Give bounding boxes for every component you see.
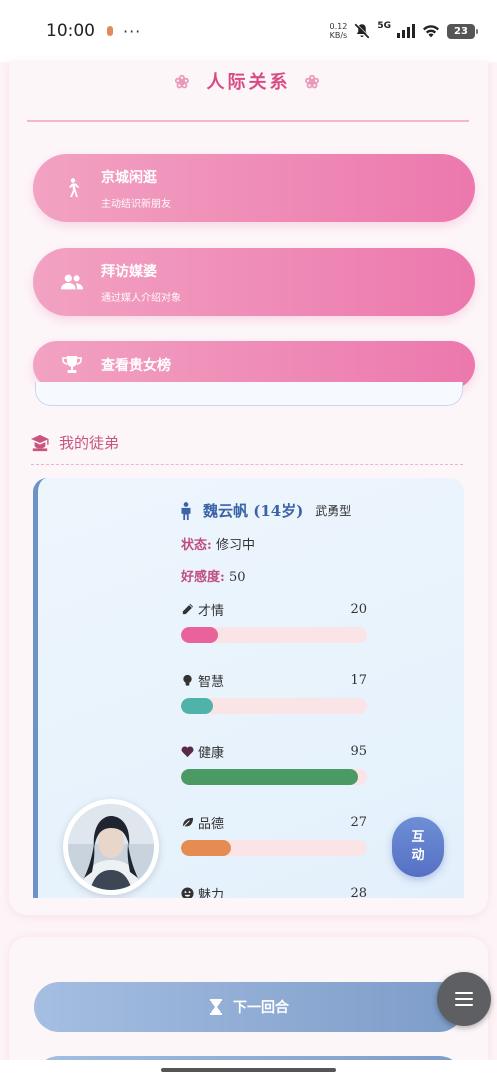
stat-bar-fill xyxy=(181,769,358,785)
network-speed: 0.12 KB/s xyxy=(330,22,348,40)
stat-value: 17 xyxy=(350,673,367,688)
visit-matchmaker-button[interactable]: 拜访媒婆 通过媒人介绍对象 xyxy=(33,248,475,316)
status-bar: 10:00 ··· 0.12 KB/s 5G 23 xyxy=(0,0,497,62)
action-subtitle: 通过媒人介绍对象 xyxy=(101,292,181,304)
smile-icon xyxy=(181,887,194,898)
favor-label: 好感度: xyxy=(181,570,225,585)
divider xyxy=(27,120,469,122)
graduation-cap-icon xyxy=(31,434,49,451)
person-icon xyxy=(181,501,191,520)
network-type: 5G xyxy=(377,21,391,31)
stat-bar-fill xyxy=(181,698,213,714)
hourglass-icon xyxy=(210,999,222,1015)
disciple-name: 魏云帆 (14岁) xyxy=(203,502,304,520)
more-notifications-icon: ··· xyxy=(123,21,142,41)
status-value: 修习中 xyxy=(215,538,255,553)
status-time: 10:00 xyxy=(46,21,95,41)
stat-label: 魅力 xyxy=(198,888,225,898)
heart-icon xyxy=(181,746,194,758)
notification-icon xyxy=(107,26,113,36)
hamburger-icon xyxy=(455,992,473,1006)
signal-icon xyxy=(397,24,415,38)
disciple-card: 魏云帆 (14岁) 武勇型 状态: 修习中 好感度: 50 才情 20 智慧 1… xyxy=(33,478,464,898)
section-title: ❀ 人际关系 ❀ xyxy=(9,68,488,94)
disciples-header-text: 我的徒弟 xyxy=(59,434,120,452)
collapsed-panel xyxy=(35,382,463,406)
lightbulb-icon xyxy=(183,674,192,686)
stat-bar-fill xyxy=(181,627,219,643)
next-round-label: 下一回合 xyxy=(233,1000,289,1016)
stat-virtue: 品德 27 xyxy=(181,813,367,856)
stat-label: 才情 xyxy=(198,604,225,619)
stat-bar xyxy=(181,769,367,785)
stat-charm: 魅力 28 xyxy=(181,884,367,898)
stat-health: 健康 95 xyxy=(181,742,367,785)
network-speed-unit: KB/s xyxy=(329,31,348,40)
stat-bar xyxy=(181,627,367,643)
action-label: 查看贵女榜 xyxy=(101,358,171,374)
stat-label: 品德 xyxy=(198,817,225,832)
bell-muted-icon xyxy=(355,23,371,39)
stroll-capital-button[interactable]: 京城闲逛 主动结识新朋友 xyxy=(33,154,475,222)
disciple-favor: 好感度: 50 xyxy=(181,566,246,585)
disciple-name-row: 魏云帆 (14岁) 武勇型 xyxy=(179,500,351,521)
disciples-header: 我的徒弟 xyxy=(31,432,119,453)
status-label: 状态: xyxy=(181,538,212,553)
network-speed-value: 0.12 xyxy=(329,22,348,31)
divider xyxy=(31,464,463,465)
interact-button[interactable]: 互 动 xyxy=(392,817,444,877)
favor-value: 50 xyxy=(228,570,246,585)
stat-value: 20 xyxy=(350,602,367,617)
stat-bar xyxy=(181,840,367,856)
flower-icon: ❀ xyxy=(174,72,193,93)
walking-person-icon xyxy=(61,177,83,199)
disciple-avatar[interactable] xyxy=(63,799,159,895)
action-label: 拜访媒婆 xyxy=(101,263,157,280)
stat-value: 28 xyxy=(350,886,367,898)
stat-value: 95 xyxy=(350,744,367,759)
stat-label: 智慧 xyxy=(198,675,225,690)
leaf-icon xyxy=(182,817,194,828)
flower-icon: ❀ xyxy=(304,72,323,93)
stat-value: 27 xyxy=(350,815,367,830)
stat-talent: 才情 20 xyxy=(181,600,367,643)
interact-label-1: 互 xyxy=(411,830,425,845)
disciple-type: 武勇型 xyxy=(315,504,352,518)
battery-icon: 23 xyxy=(447,23,478,39)
action-subtitle: 主动结识新朋友 xyxy=(101,198,171,210)
users-icon xyxy=(61,271,83,293)
stat-wisdom: 智慧 17 xyxy=(181,671,367,714)
pen-icon xyxy=(182,603,194,615)
trophy-icon xyxy=(61,354,83,376)
next-round-button[interactable]: 下一回合 xyxy=(34,982,464,1032)
section-title-text: 人际关系 xyxy=(206,72,291,93)
menu-fab-button[interactable] xyxy=(437,972,491,1026)
wifi-icon xyxy=(423,25,439,38)
stat-bar-fill xyxy=(181,840,232,856)
home-indicator[interactable] xyxy=(161,1068,336,1072)
social-card: ❀ 人际关系 ❀ 京城闲逛 主动结识新朋友 拜访媒婆 通过媒人介绍对象 查看贵女榜 … xyxy=(9,60,488,915)
disciple-status: 状态: 修习中 xyxy=(181,534,255,553)
action-label: 京城闲逛 xyxy=(101,169,157,186)
stat-bar xyxy=(181,698,367,714)
stat-label: 健康 xyxy=(198,746,225,761)
interact-label-2: 动 xyxy=(411,848,425,863)
